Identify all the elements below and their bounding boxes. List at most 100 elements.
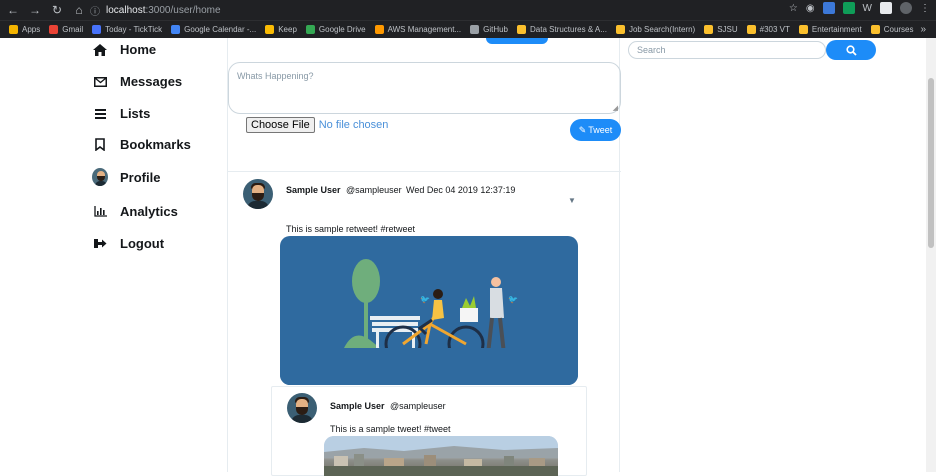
- home-icon: [92, 43, 108, 56]
- extension-icon[interactable]: [880, 2, 892, 14]
- extension-icon[interactable]: [822, 2, 835, 14]
- sidebar-item-label: Home: [120, 42, 157, 57]
- scrollbar-thumb[interactable]: [928, 78, 934, 248]
- bookmark-item[interactable]: SJSU: [704, 25, 738, 34]
- bookmark-label: Keep: [278, 25, 297, 34]
- scrollbar[interactable]: [926, 38, 936, 472]
- feather-icon: ✎: [578, 124, 587, 135]
- bookmark-item[interactable]: Google Calendar -...: [171, 25, 256, 34]
- bookmark-icon: [92, 25, 102, 34]
- bookmark-icon: [517, 25, 527, 34]
- choose-file-button[interactable]: Choose File: [246, 117, 315, 133]
- bookmark-icon: [49, 25, 59, 34]
- profile-icon[interactable]: [900, 2, 912, 14]
- address-bar[interactable]: ⓘ localhost:3000/user/home: [90, 3, 221, 18]
- avatar[interactable]: [287, 393, 317, 423]
- sidebar-item-label: Profile: [120, 169, 161, 185]
- svg-text:🐦: 🐦: [420, 295, 430, 304]
- tweet-date: Wed Dec 04 2019 12:37:19: [406, 185, 516, 195]
- bookmark-icon: [704, 25, 714, 34]
- tweet-card[interactable]: Sample User @sampleuser Wed Dec 04 2019 …: [228, 172, 621, 476]
- browser-toolbar: ← → ↻ ⌂ ⓘ localhost:3000/user/home ☆ ◉ W…: [0, 0, 936, 20]
- sidebar-item-bookmarks[interactable]: Bookmarks: [92, 137, 191, 152]
- extensions-area: ☆ ◉ W ⋮: [789, 2, 930, 14]
- bookmark-item[interactable]: #303 VT: [746, 25, 790, 34]
- url-host: localhost: [106, 4, 146, 16]
- bookmark-label: Google Drive: [318, 25, 366, 34]
- star-icon[interactable]: ☆: [789, 3, 798, 14]
- sidebar-item-profile[interactable]: Profile: [92, 168, 160, 186]
- lock-icon: ⓘ: [90, 6, 100, 18]
- quoted-author-name[interactable]: Sample User: [330, 401, 385, 411]
- chevron-down-icon[interactable]: ▼: [568, 196, 576, 205]
- envelope-icon: [92, 76, 108, 87]
- sidebar-item-label: Messages: [120, 74, 183, 89]
- bookmark-icon: [870, 25, 880, 34]
- bookmark-item[interactable]: Google Drive: [305, 25, 366, 34]
- bookmark-item[interactable]: Apps: [9, 25, 40, 34]
- bookmark-label: Gmail: [62, 25, 84, 34]
- quoted-author-handle[interactable]: @sampleuser: [390, 401, 446, 411]
- bookmark-item[interactable]: Job Search(Intern): [615, 25, 696, 34]
- bookmark-item[interactable]: Keep: [265, 25, 297, 34]
- city-photo: [324, 436, 558, 476]
- back-icon[interactable]: ←: [4, 1, 22, 19]
- file-status: No file chosen: [318, 119, 389, 131]
- extension-icon[interactable]: W: [863, 3, 872, 14]
- bookmark-item[interactable]: Gmail: [49, 25, 83, 34]
- bookmark-label: Courses: [883, 25, 914, 34]
- tweet-text: This is sample retweet! #retweet: [286, 224, 416, 234]
- sidebar-item-label: Bookmarks: [120, 137, 191, 152]
- bookmark-item[interactable]: Entertainment: [798, 25, 862, 34]
- bookmark-icon: [615, 25, 625, 34]
- sidebar-item-lists[interactable]: Lists: [92, 106, 150, 121]
- bookmark-label: Google Calendar -...: [184, 25, 257, 34]
- sidebar-item-home[interactable]: Home: [92, 42, 156, 57]
- bookmark-label: Job Search(Intern): [628, 25, 696, 34]
- tweet-author-name[interactable]: Sample User: [286, 185, 341, 195]
- url-path: :3000/user/home: [145, 4, 221, 16]
- file-picker[interactable]: Choose File No file chosen: [246, 117, 388, 133]
- bookmark-label: Data Structures & A...: [530, 25, 607, 34]
- search-input[interactable]: Search: [628, 41, 826, 59]
- sidebar-item-analytics[interactable]: Analytics: [92, 204, 178, 219]
- tweet-image[interactable]: 🐦 🐦: [280, 236, 578, 385]
- sidebar-item-logout[interactable]: Logout: [92, 236, 164, 251]
- menu-icon[interactable]: ⋮: [920, 3, 930, 14]
- bookmark-icon: [92, 138, 108, 151]
- quoted-image[interactable]: [324, 436, 558, 476]
- home-nav-icon[interactable]: ⌂: [70, 1, 88, 19]
- quoted-text: This is a sample tweet! #tweet: [330, 424, 451, 434]
- compose-textarea[interactable]: Whats Happening? ◢: [228, 62, 621, 114]
- top-button-partial[interactable]: [486, 38, 548, 44]
- extension-icon[interactable]: [842, 2, 855, 14]
- quoted-tweet[interactable]: Sample User @sampleuser This is a sample…: [271, 386, 587, 476]
- tweet-button[interactable]: ✎ Tweet: [570, 119, 621, 141]
- chart-icon: [92, 206, 108, 217]
- bookmarks-overflow-icon[interactable]: »: [920, 24, 926, 35]
- resize-handle-icon[interactable]: ◢: [613, 104, 618, 112]
- bookmark-label: Apps: [22, 25, 41, 34]
- forward-icon[interactable]: →: [26, 1, 44, 19]
- search-button[interactable]: [826, 40, 876, 60]
- bookmark-label: AWS Management...: [387, 25, 462, 34]
- bookmark-icon: [9, 25, 18, 34]
- bookmark-item[interactable]: Courses: [870, 25, 914, 34]
- sidebar-item-label: Lists: [120, 106, 151, 121]
- bookmark-icon: [746, 25, 756, 34]
- reload-icon[interactable]: ↻: [48, 1, 66, 19]
- bookmark-icon: [265, 25, 275, 34]
- tweet-author-handle[interactable]: @sampleuser: [346, 185, 402, 195]
- bookmark-label: SJSU: [717, 25, 738, 34]
- bookmark-label: #303 VT: [759, 25, 790, 34]
- bookmark-item[interactable]: GitHub: [470, 25, 508, 34]
- bookmark-item[interactable]: AWS Management...: [374, 25, 462, 34]
- bookmark-item[interactable]: Today - TickTick: [92, 25, 162, 34]
- avatar[interactable]: [243, 179, 273, 209]
- sidebar-item-messages[interactable]: Messages: [92, 74, 182, 89]
- bookmark-item[interactable]: Data Structures & A...: [517, 25, 607, 34]
- app-page: Home Messages Lists Bookmarks Profile An…: [0, 38, 936, 476]
- bike-illustration: 🐦 🐦: [280, 259, 578, 385]
- search-placeholder: Search: [637, 45, 666, 55]
- extension-icon[interactable]: ◉: [806, 3, 815, 14]
